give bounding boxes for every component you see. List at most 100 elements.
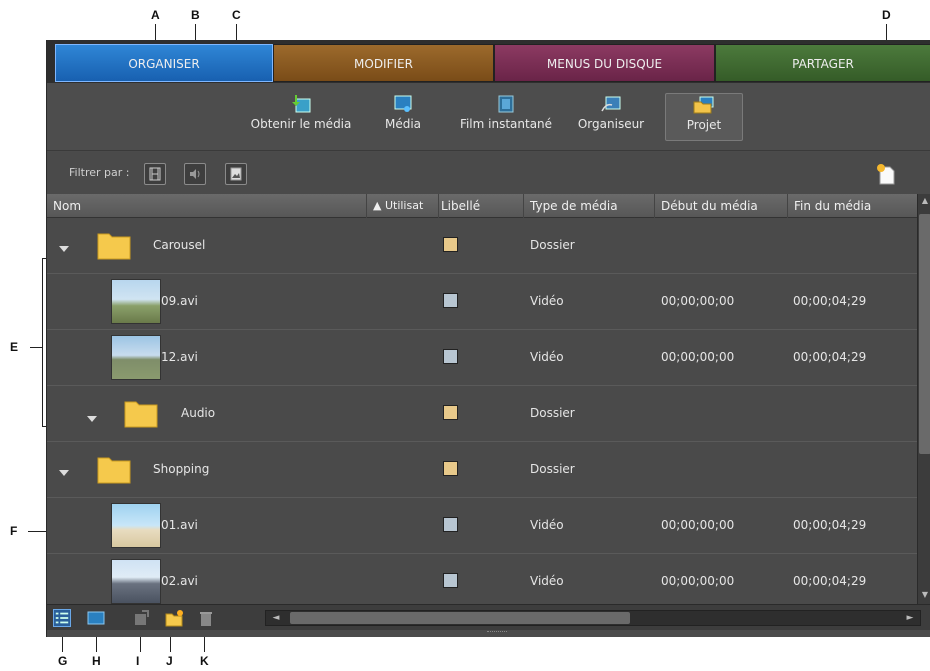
scroll-left-icon[interactable]: ◄ bbox=[268, 611, 284, 625]
image-icon bbox=[230, 167, 242, 181]
col-media-type[interactable]: Type de média bbox=[524, 194, 655, 218]
film-icon bbox=[149, 167, 161, 181]
project-label: Projet bbox=[686, 118, 722, 132]
media-list: Carousel Dossier 09.avi Vidéo 00;00;00;0… bbox=[47, 218, 917, 604]
expand-arrow-icon[interactable] bbox=[59, 470, 69, 476]
item-end: 00;00;04;29 bbox=[793, 574, 867, 588]
callout-d: D bbox=[882, 8, 891, 22]
item-name: 09.avi bbox=[161, 294, 198, 308]
video-thumbnail bbox=[111, 559, 161, 604]
list-item[interactable]: Shopping Dossier bbox=[47, 442, 917, 498]
video-thumbnail bbox=[111, 279, 161, 324]
scroll-thumb[interactable] bbox=[919, 214, 930, 454]
callout-g: G bbox=[58, 654, 68, 668]
item-start: 00;00;00;00 bbox=[661, 350, 735, 364]
item-name: 02.avi bbox=[161, 574, 198, 588]
filter-audio-button[interactable] bbox=[184, 163, 206, 185]
item-type: Dossier bbox=[530, 462, 575, 476]
callout-e: E bbox=[10, 340, 19, 354]
filter-video-button[interactable] bbox=[144, 163, 166, 185]
callout-i: I bbox=[136, 654, 140, 668]
tab-organiser[interactable]: ORGANISER bbox=[55, 44, 273, 82]
list-item[interactable]: 02.avi Vidéo 00;00;00;00 00;00;04;29 bbox=[47, 554, 917, 604]
item-name: Carousel bbox=[153, 238, 206, 252]
project-panel: ORGANISER MODIFIER MENUS DU DISQUE PARTA… bbox=[46, 40, 930, 637]
icon-view-icon[interactable] bbox=[87, 609, 105, 627]
label-swatch bbox=[443, 517, 458, 532]
col-media-end[interactable]: Fin du média bbox=[788, 194, 917, 218]
callout-j: J bbox=[166, 654, 173, 668]
instant-movie-button[interactable]: Film instantané bbox=[457, 93, 555, 141]
list-view-icon[interactable] bbox=[53, 609, 71, 627]
filter-image-button[interactable] bbox=[225, 163, 247, 185]
project-button[interactable]: Projet bbox=[665, 93, 743, 141]
get-media-label: Obtenir le média bbox=[250, 117, 352, 131]
filter-label: Filtrer par : bbox=[69, 166, 130, 179]
item-start: 00;00;00;00 bbox=[661, 574, 735, 588]
folder-icon bbox=[97, 233, 131, 260]
tab-modifier[interactable]: MODIFIER bbox=[273, 44, 494, 82]
item-type: Vidéo bbox=[530, 518, 564, 532]
col-label[interactable]: Libellé bbox=[439, 194, 524, 218]
instant-movie-icon bbox=[498, 95, 514, 113]
organiser-toolbar: Obtenir le média Média Film instantané O… bbox=[47, 83, 930, 151]
scroll-down-icon[interactable]: ▼ bbox=[920, 590, 930, 600]
tab-partager[interactable]: PARTAGER bbox=[715, 44, 930, 82]
horizontal-scroll-thumb[interactable] bbox=[290, 612, 630, 624]
vertical-scrollbar[interactable]: ▲ ▼ bbox=[917, 194, 930, 604]
callout-c: C bbox=[232, 8, 241, 22]
item-name: Audio bbox=[181, 406, 216, 420]
label-swatch bbox=[443, 573, 458, 588]
media-icon bbox=[394, 95, 412, 112]
organizer-button[interactable]: Organiseur bbox=[573, 93, 649, 141]
organizer-icon bbox=[601, 96, 621, 112]
callout-a: A bbox=[151, 8, 160, 22]
new-folder-icon[interactable] bbox=[165, 609, 183, 627]
horizontal-scrollbar[interactable]: ◄ ► bbox=[265, 610, 921, 626]
trash-icon[interactable] bbox=[197, 609, 215, 627]
expand-arrow-icon[interactable] bbox=[87, 416, 97, 422]
media-label: Média bbox=[384, 117, 422, 131]
new-item-icon[interactable] bbox=[877, 164, 897, 186]
item-type: Dossier bbox=[530, 406, 575, 420]
list-item[interactable]: 01.avi Vidéo 00;00;00;00 00;00;04;29 bbox=[47, 498, 917, 554]
callout-e-mid bbox=[30, 347, 42, 348]
item-type: Vidéo bbox=[530, 350, 564, 364]
label-swatch bbox=[443, 405, 458, 420]
get-media-icon bbox=[292, 95, 311, 113]
list-item[interactable]: 12.avi Vidéo 00;00;00;00 00;00;04;29 bbox=[47, 330, 917, 386]
instant-movie-label: Film instantané bbox=[459, 117, 553, 131]
callout-k: K bbox=[200, 654, 209, 668]
tab-menus-du-disque[interactable]: MENUS DU DISQUE bbox=[494, 44, 715, 82]
scroll-up-icon[interactable]: ▲ bbox=[920, 196, 930, 206]
filter-bar: Filtrer par : bbox=[47, 152, 930, 194]
item-name: 12.avi bbox=[161, 350, 198, 364]
video-thumbnail bbox=[111, 335, 161, 380]
label-swatch bbox=[443, 349, 458, 364]
expand-arrow-icon[interactable] bbox=[59, 246, 69, 252]
workspace-tabs: ORGANISER MODIFIER MENUS DU DISQUE PARTA… bbox=[47, 40, 930, 83]
label-swatch bbox=[443, 293, 458, 308]
new-item-disabled-icon[interactable] bbox=[133, 609, 151, 627]
callout-e-bracket bbox=[42, 258, 43, 426]
item-start: 00;00;00;00 bbox=[661, 294, 735, 308]
scroll-right-icon[interactable]: ► bbox=[902, 611, 918, 625]
list-item[interactable]: Carousel Dossier bbox=[47, 218, 917, 274]
col-name[interactable]: Nom bbox=[47, 194, 367, 218]
list-item[interactable]: 09.avi Vidéo 00;00;00;00 00;00;04;29 bbox=[47, 274, 917, 330]
organizer-label: Organiseur bbox=[577, 117, 645, 131]
column-header: Nom ▲ Utilisat Libellé Type de média Déb… bbox=[47, 194, 917, 218]
item-end: 00;00;04;29 bbox=[793, 518, 867, 532]
callout-h: H bbox=[92, 654, 101, 668]
get-media-button[interactable]: Obtenir le média bbox=[245, 93, 357, 141]
item-type: Vidéo bbox=[530, 294, 564, 308]
item-end: 00;00;04;29 bbox=[793, 294, 867, 308]
col-media-start[interactable]: Début du média bbox=[655, 194, 788, 218]
list-item[interactable]: Audio Dossier bbox=[47, 386, 917, 442]
resize-grip[interactable] bbox=[487, 631, 507, 634]
col-used[interactable]: ▲ Utilisat bbox=[367, 194, 439, 218]
item-name: Shopping bbox=[153, 462, 210, 476]
media-button[interactable]: Média bbox=[373, 93, 433, 141]
video-thumbnail bbox=[111, 503, 161, 548]
callout-b: B bbox=[191, 8, 200, 22]
